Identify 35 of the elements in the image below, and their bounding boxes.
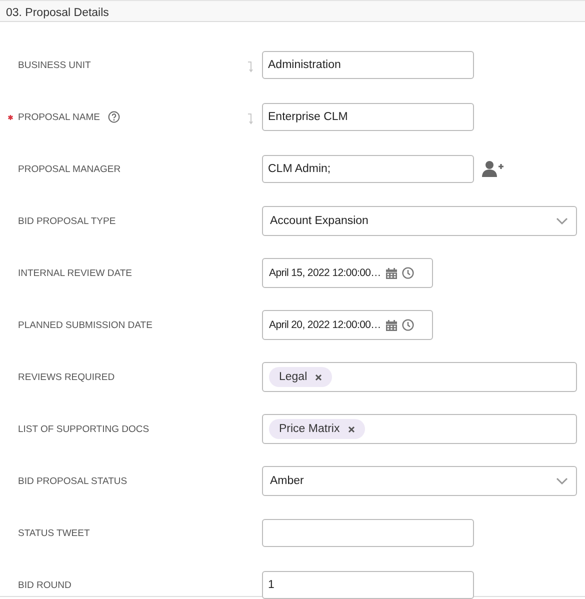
field-label: REVIEWS REQUIRED <box>18 372 115 382</box>
calendar-icon[interactable] <box>386 320 397 330</box>
text-field[interactable] <box>262 519 474 547</box>
field-label: BID PROPOSAL TYPE <box>18 216 116 226</box>
chevron-down-icon <box>556 217 568 225</box>
field-label: PLANNED SUBMISSION DATE <box>18 320 152 330</box>
field-label: BID PROPOSAL STATUS <box>18 476 128 486</box>
field-label: LIST OF SUPPORTING DOCS <box>18 424 150 434</box>
date-field[interactable]: April 20, 2022 12:00:00… <box>262 310 433 340</box>
dropdown[interactable]: Amber <box>262 466 577 496</box>
text-field[interactable]: Enterprise CLM <box>262 103 474 131</box>
text-field[interactable]: 1 <box>262 571 474 599</box>
remove-icon[interactable] <box>315 374 322 380</box>
chevron-down-icon <box>556 477 568 485</box>
remove-icon[interactable] <box>348 426 355 432</box>
dropdown[interactable]: Account Expansion <box>262 206 577 236</box>
clock-icon[interactable] <box>402 319 414 331</box>
help-icon[interactable] <box>108 111 120 123</box>
tag-field[interactable]: Price Matrix <box>262 414 577 444</box>
date-field[interactable]: April 15, 2022 12:00:00… <box>262 258 433 288</box>
tag-field[interactable]: Legal <box>262 362 577 392</box>
field-label: BID ROUND <box>18 580 72 590</box>
field-label: PROPOSAL NAME <box>18 112 100 122</box>
tag-label: Price Matrix <box>279 423 340 435</box>
section-title: 03. Proposal Details <box>6 7 109 19</box>
tag-label: Legal <box>279 371 308 383</box>
text-field[interactable]: CLM Admin; <box>262 155 474 183</box>
field-label: STATUS TWEET <box>18 528 90 538</box>
field-label: PROPOSAL MANAGER <box>18 164 121 174</box>
clock-icon[interactable] <box>402 267 414 279</box>
field-label: BUSINESS UNIT <box>18 60 91 70</box>
field-label: INTERNAL REVIEW DATE <box>18 268 132 278</box>
calendar-icon[interactable] <box>386 268 397 278</box>
text-field[interactable]: Administration <box>262 51 474 79</box>
add-person-icon[interactable] <box>482 160 504 178</box>
